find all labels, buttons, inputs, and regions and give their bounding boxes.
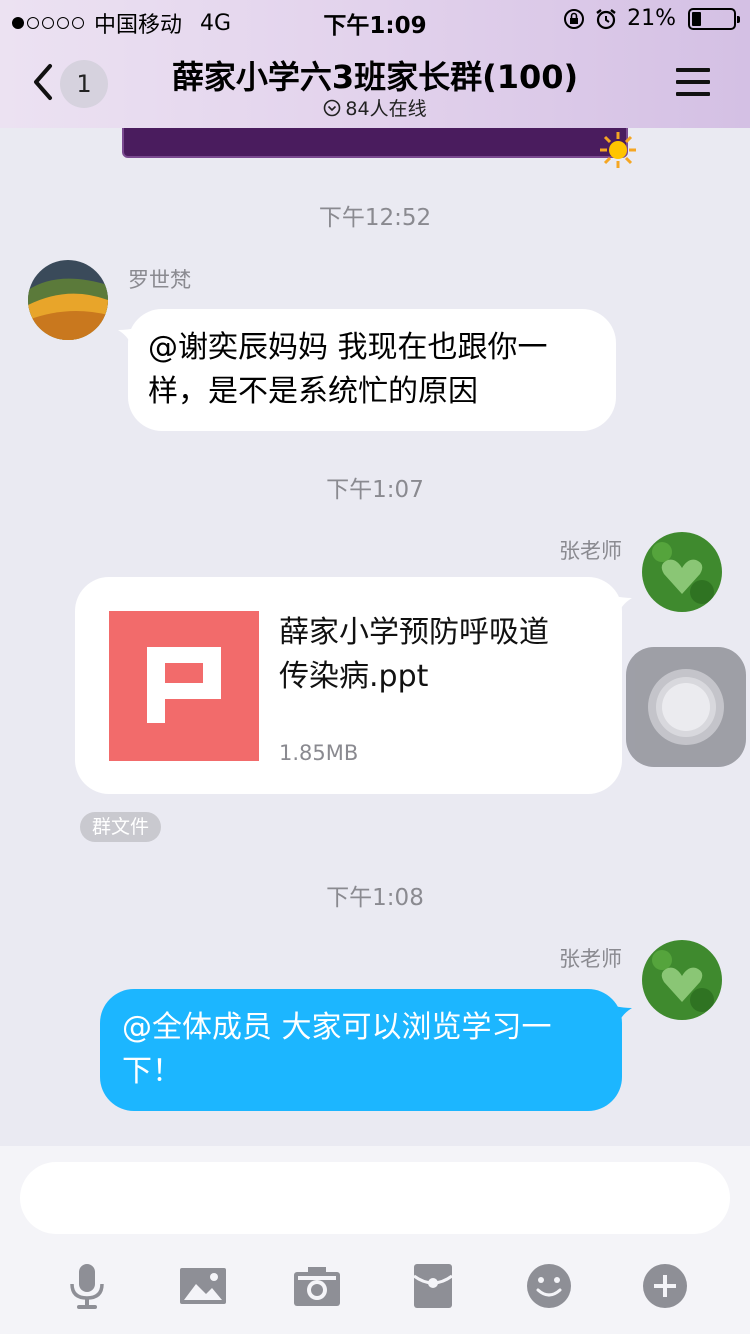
input-area [0, 1146, 750, 1334]
alarm-icon [596, 8, 616, 29]
message-line: 下！ [122, 1054, 182, 1089]
file-name-line: 传染病.ppt [279, 659, 429, 694]
red-packet-icon[interactable] [408, 1262, 458, 1310]
message-timestamp: 下午1:08 [326, 885, 424, 911]
rotation-lock-icon [564, 8, 585, 29]
heart-avatar-icon [642, 532, 722, 612]
header: 中国移动 4G 下午1:09 21% 1 薛家小学六3班家长群(100) 84人… [0, 0, 750, 128]
file-name-line: 薛家小学预防呼吸道 [279, 615, 549, 650]
plus-icon[interactable] [640, 1262, 690, 1310]
message-line: 样，是不是系统忙的原因 [148, 374, 478, 409]
sender-name: 张老师 [559, 947, 622, 971]
message-line: @全体成员 大家可以浏览学习一 [122, 1010, 552, 1045]
heart-avatar-icon [642, 940, 722, 1020]
message-timestamp: 下午1:07 [326, 477, 424, 503]
status-bar: 中国移动 4G 下午1:09 21% [0, 0, 750, 40]
microphone-icon[interactable] [62, 1262, 112, 1310]
avatar[interactable] [28, 260, 108, 340]
message-line: @谢奕辰妈妈 我现在也跟你一 [148, 330, 548, 365]
message-input[interactable] [20, 1162, 730, 1234]
avatar[interactable] [642, 532, 722, 612]
sun-icon [600, 132, 636, 168]
file-size: 1.85MB [279, 741, 359, 765]
chat-title[interactable]: 薛家小学六3班家长群(100) [0, 52, 750, 98]
battery-icon [688, 7, 740, 30]
message-timestamp: 下午12:52 [318, 205, 432, 231]
landscape-avatar-icon [28, 260, 108, 340]
ppt-file-icon [109, 611, 259, 761]
avatar[interactable] [642, 940, 722, 1020]
sender-name: 张老师 [559, 539, 622, 563]
message-bubble[interactable]: @全体成员 大家可以浏览学习一 下！ [100, 989, 622, 1111]
battery-percent: 21% [627, 6, 676, 31]
image-icon[interactable] [178, 1262, 228, 1310]
group-file-tag: 群文件 [80, 812, 162, 842]
nav-bar: 1 薛家小学六3班家长群(100) 84人在线 [0, 40, 750, 128]
message-bubble[interactable]: @谢奕辰妈妈 我现在也跟你一 样，是不是系统忙的原因 [128, 309, 616, 431]
menu-icon[interactable] [676, 68, 710, 98]
sender-name: 罗世梵 [128, 268, 191, 292]
file-message-bubble[interactable]: 薛家小学预防呼吸道 传染病.ppt 1.85MB [75, 577, 622, 794]
file-name: 薛家小学预防呼吸道 传染病.ppt [279, 611, 599, 699]
emoji-icon[interactable] [524, 1262, 574, 1310]
online-status[interactable]: 84人在线 [0, 94, 750, 121]
online-count: 84人在线 [345, 98, 427, 120]
assistive-touch-button[interactable] [626, 647, 746, 767]
status-right: 21% [563, 6, 740, 31]
camera-icon[interactable] [292, 1262, 342, 1310]
online-chevron-icon [324, 99, 341, 117]
